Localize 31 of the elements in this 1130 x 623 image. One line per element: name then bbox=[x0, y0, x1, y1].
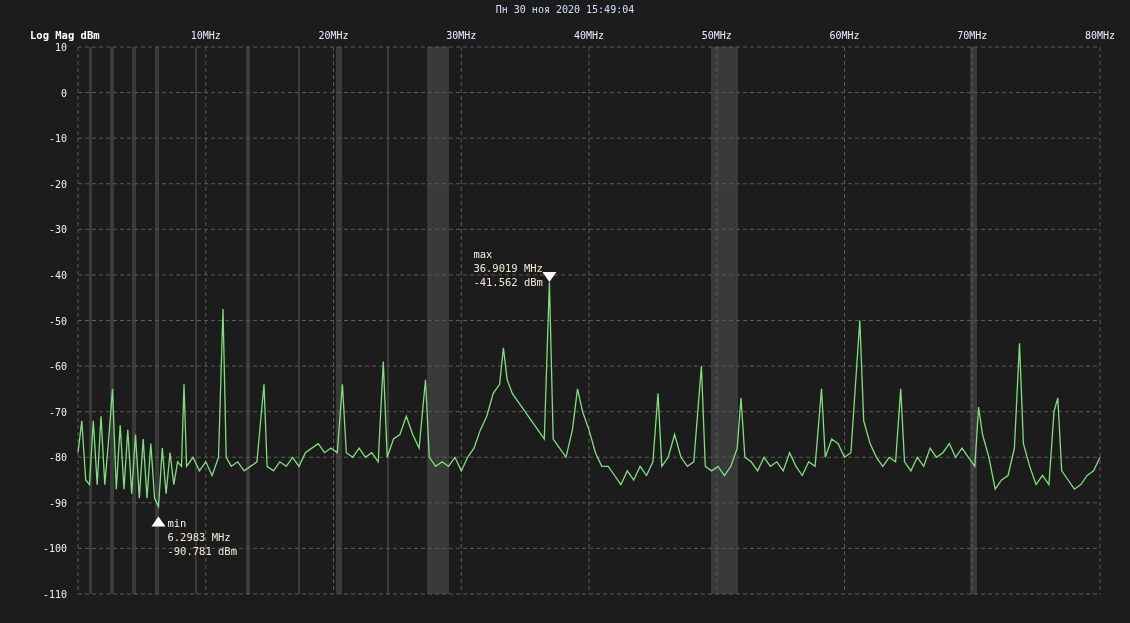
marker-triangle-icon bbox=[151, 516, 166, 527]
marker-label: max bbox=[473, 248, 493, 261]
y-tick-label: -10 bbox=[48, 133, 67, 145]
y-tick-label: 10 bbox=[54, 42, 67, 53]
y-tick-label: -80 bbox=[48, 452, 67, 464]
y-tick-label: -30 bbox=[48, 224, 67, 236]
marker-reading: 36.9019 MHz bbox=[473, 262, 543, 275]
y-tick-label: -110 bbox=[42, 589, 67, 600]
x-tick-label: 20MHz bbox=[318, 30, 349, 41]
y-tick-label: -40 bbox=[48, 269, 67, 281]
y-tick-label: -100 bbox=[42, 543, 67, 555]
marker-triangle-icon bbox=[542, 272, 557, 283]
y-tick-label: 0 bbox=[60, 87, 67, 99]
x-tick-label: 50MHz bbox=[701, 30, 732, 41]
x-tick-label: 60MHz bbox=[829, 30, 860, 41]
x-tick-label: 80MHz bbox=[1084, 30, 1116, 41]
y-tick-label: -20 bbox=[48, 178, 67, 190]
y-tick-label: -90 bbox=[48, 497, 67, 509]
marker-reading: -90.781 dBm bbox=[167, 545, 237, 558]
marker-label: min bbox=[167, 517, 187, 530]
x-tick-label: 40MHz bbox=[573, 30, 605, 41]
marker-reading: -41.562 dBm bbox=[473, 276, 543, 289]
y-tick-label: -50 bbox=[48, 315, 67, 327]
y-tick-label: -60 bbox=[48, 361, 67, 373]
y-axis-label: Log Mag dBm bbox=[30, 29, 100, 41]
y-tick-label: -70 bbox=[48, 406, 67, 418]
marker-reading: 6.2983 MHz bbox=[167, 531, 231, 544]
x-tick-label: 70MHz bbox=[957, 30, 988, 41]
x-tick-label: 30MHz bbox=[446, 30, 477, 41]
chart-title: Пн 30 ноя 2020 15:49:04 bbox=[495, 4, 635, 15]
x-tick-label: 10MHz bbox=[190, 30, 221, 41]
